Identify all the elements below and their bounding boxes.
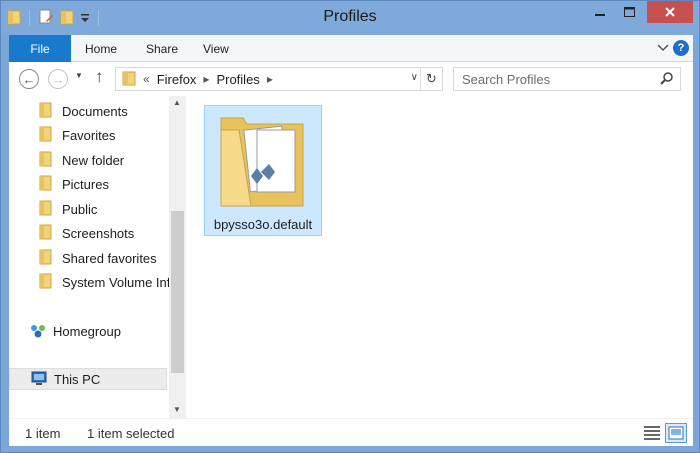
explorer-window: Profiles File Home Share View ? ← → ▼ ↑: [0, 0, 700, 453]
expand-ribbon-icon[interactable]: [657, 41, 669, 56]
large-folder-icon: [220, 117, 304, 207]
folder-icon: [39, 102, 52, 121]
folder-icon: [39, 273, 52, 292]
nav-item-label: New folder: [62, 152, 125, 168]
recent-locations-icon[interactable]: ▼: [75, 71, 83, 80]
breadcrumb-profiles[interactable]: Profiles: [216, 72, 259, 87]
nav-item-label: Homegroup: [53, 323, 121, 339]
arrow-up-icon: ↑: [95, 67, 104, 86]
up-button[interactable]: ↑: [95, 67, 104, 87]
details-view-icon: [644, 426, 660, 440]
forward-button[interactable]: →: [48, 69, 68, 89]
chevron-right-icon[interactable]: ▸: [267, 72, 273, 86]
nav-item-label: Pictures: [62, 176, 109, 192]
refresh-button[interactable]: ↻: [420, 68, 442, 90]
tab-home[interactable]: Home: [85, 35, 117, 62]
nav-pane-scrollbar[interactable]: ▲ ▼: [169, 96, 186, 418]
chevron-right-icon[interactable]: ▸: [203, 72, 209, 86]
search-input[interactable]: [462, 71, 652, 87]
nav-item-label: Shared favorites: [62, 250, 157, 266]
computer-icon: [30, 371, 48, 387]
nav-item-new-folder[interactable]: New folder: [39, 149, 169, 171]
close-icon: [665, 7, 675, 17]
properties-icon[interactable]: [38, 9, 54, 28]
arrow-left-icon: ←: [22, 71, 36, 87]
breadcrumb-overflow[interactable]: «: [143, 72, 150, 86]
chevron-down-icon[interactable]: ∨: [411, 72, 418, 83]
folder-tile[interactable]: bpysso3o.default: [204, 105, 322, 236]
folder-icon: [39, 126, 52, 145]
address-bar[interactable]: « Firefox ▸ Profiles ▸ ∨ ↻: [115, 67, 443, 91]
help-icon[interactable]: ?: [673, 40, 689, 56]
selected-count: 1 item selected: [87, 426, 175, 441]
nav-item-label: Public: [62, 201, 98, 217]
folder-icon: [39, 151, 52, 170]
title-bar: Profiles: [1, 1, 699, 35]
details-view-button[interactable]: [643, 424, 661, 442]
maximize-icon: [623, 7, 635, 17]
nav-item-shared-favorites[interactable]: Shared favorites: [39, 247, 169, 269]
ribbon-tab-bar: File Home Share View ?: [9, 35, 693, 62]
search-icon[interactable]: [660, 71, 674, 88]
nav-item-public[interactable]: Public: [39, 198, 169, 220]
quick-access-toolbar: [7, 7, 101, 29]
toolbar-separator: [29, 10, 30, 26]
nav-item-label: Screenshots: [62, 225, 135, 241]
app-folder-icon[interactable]: [7, 9, 21, 28]
folder-icon: [39, 200, 52, 219]
large-icons-view-icon: [668, 426, 684, 440]
scroll-up-icon[interactable]: ▲: [173, 98, 181, 107]
status-bar: 1 item 1 item selected: [9, 418, 693, 446]
folder-icon: [122, 70, 136, 89]
scrollbar-thumb[interactable]: [171, 211, 184, 373]
refresh-icon: ↻: [426, 71, 437, 86]
nav-item-label: This PC: [54, 371, 101, 387]
toolbar-separator: [98, 10, 99, 26]
item-count: 1 item: [25, 426, 61, 441]
nav-item-label: Documents: [62, 103, 128, 119]
nav-item-this-pc[interactable]: This PC: [9, 368, 167, 390]
content-area: Documents Favorites New folder Pictures …: [9, 96, 693, 418]
file-name: bpysso3o.default: [213, 217, 313, 232]
nav-item-label: Favorites: [62, 127, 116, 143]
homegroup-icon: [29, 323, 47, 339]
nav-item-documents[interactable]: Documents: [39, 100, 169, 122]
nav-item-favorites[interactable]: Favorites: [39, 124, 169, 146]
navigation-bar: ← → ▼ ↑ « Firefox ▸ Profiles ▸ ∨ ↻: [9, 62, 693, 96]
arrow-right-icon: →: [51, 71, 65, 87]
folder-icon: [39, 224, 52, 243]
file-list: bpysso3o.default: [186, 96, 693, 418]
navigation-pane: Documents Favorites New folder Pictures …: [9, 96, 169, 418]
close-button[interactable]: [647, 1, 693, 23]
tab-file[interactable]: File: [9, 35, 71, 62]
nav-item-pictures[interactable]: Pictures: [39, 173, 169, 195]
scroll-down-icon[interactable]: ▼: [173, 405, 181, 414]
minimize-icon: [595, 14, 605, 16]
nav-item-homegroup[interactable]: Homegroup: [29, 320, 159, 342]
tab-view[interactable]: View: [203, 35, 229, 62]
breadcrumb-firefox[interactable]: Firefox: [157, 72, 197, 87]
back-button[interactable]: ←: [19, 69, 39, 89]
minimize-button[interactable]: [586, 1, 614, 23]
nav-item-screenshots[interactable]: Screenshots: [39, 222, 169, 244]
nav-item-label: System Volume Information: [62, 274, 169, 290]
customize-toolbar-icon[interactable]: [80, 9, 90, 28]
tab-share[interactable]: Share: [146, 35, 178, 62]
maximize-button[interactable]: [615, 1, 643, 23]
nav-item-system-volume-information[interactable]: System Volume Information: [39, 271, 169, 293]
folder-icon: [39, 249, 52, 268]
large-icons-view-button[interactable]: [665, 423, 687, 443]
search-box[interactable]: [453, 67, 681, 91]
folder-icon: [39, 175, 52, 194]
new-folder-icon[interactable]: [60, 9, 74, 28]
